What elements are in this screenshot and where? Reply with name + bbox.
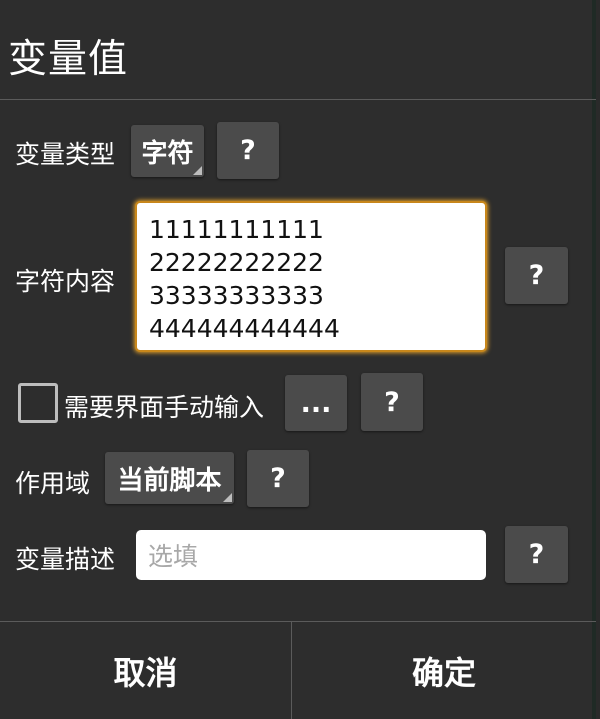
dropdown-corner-icon [223,493,232,502]
variable-type-spinner[interactable]: 字符 [131,125,204,177]
scope-label: 作用域 [15,469,91,498]
content-line: 11111111111 [149,215,324,244]
scope-spinner[interactable]: 当前脚本 [105,452,234,504]
title-divider [0,99,596,100]
manual-input-checkbox[interactable] [18,383,58,423]
manual-input-more-button[interactable]: ... [285,375,347,431]
description-help-button[interactable]: ? [505,526,568,583]
content-line: 444444444444 [149,314,340,343]
content-textarea[interactable]: 11111111111 22222222222 33333333333 4444… [135,201,487,352]
content-line: 22222222222 [149,248,324,277]
description-label: 变量描述 [15,545,116,574]
variable-value-dialog: 变量值 变量类型 字符 ? 字符内容 11111111111 222222222… [0,0,596,719]
variable-type-help-button[interactable]: ? [217,122,279,179]
variable-type-value: 字符 [141,138,194,169]
cancel-button[interactable]: 取消 [0,622,291,719]
description-input[interactable]: 选填 [136,530,486,580]
content-help-button[interactable]: ? [505,247,568,304]
manual-input-label: 需要界面手动输入 [64,393,265,422]
content-label: 字符内容 [15,267,116,296]
manual-input-help-button[interactable]: ? [361,373,423,431]
content-line: 33333333333 [149,281,324,310]
description-placeholder: 选填 [148,542,199,571]
scope-value: 当前脚本 [117,465,222,496]
dropdown-corner-icon [193,166,202,175]
confirm-button[interactable]: 确定 [292,622,596,719]
variable-type-label: 变量类型 [15,140,116,169]
scope-help-button[interactable]: ? [247,450,309,507]
dialog-title: 变量值 [8,37,129,82]
